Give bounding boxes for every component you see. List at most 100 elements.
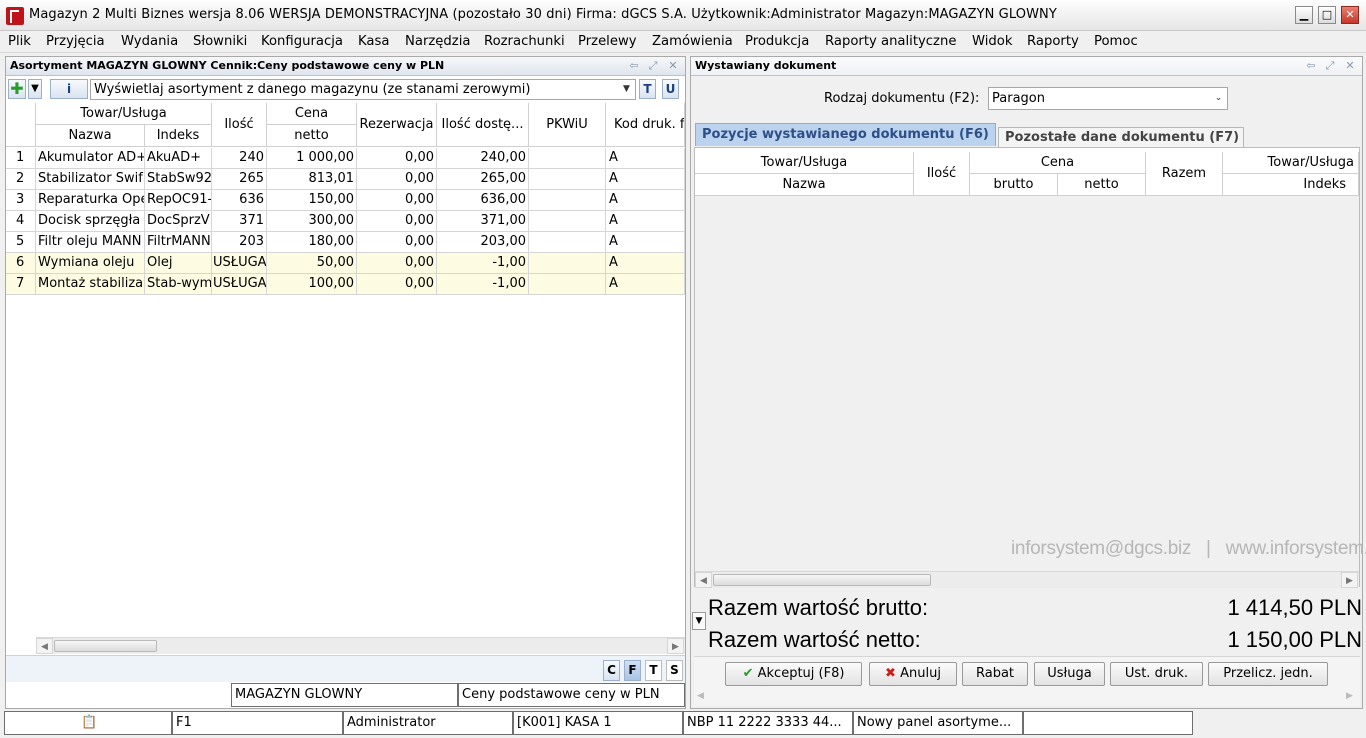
maximize-button[interactable]: □ xyxy=(1318,6,1336,24)
table-row[interactable]: 4 Docisk sprzęgła DocSprzV 371 300,00 0,00 371… xyxy=(6,211,685,232)
column-indeks[interactable]: Indeks xyxy=(1223,174,1359,196)
menu-pomoc[interactable]: Pomoc xyxy=(1094,34,1138,49)
document-hscrollbar[interactable]: ◀ ▶ xyxy=(695,571,1359,588)
close-panel-icon[interactable]: ✕ xyxy=(667,60,679,72)
menu-narzedzia[interactable]: Narzędzia xyxy=(405,34,470,49)
u-button[interactable]: U xyxy=(662,79,679,99)
menu-slowniki[interactable]: Słowniki xyxy=(193,34,247,49)
cell-ilosc-dostepna: 265,00 xyxy=(437,169,529,190)
column-brutto[interactable]: brutto xyxy=(970,174,1058,196)
column-ilosc-dostepna[interactable]: Ilość dostę... xyxy=(437,103,529,147)
chevron-down-icon[interactable]: ▼ xyxy=(28,79,42,99)
assortment-panel: Asortyment MAGAZYN GLOWNY Cennik:Ceny po… xyxy=(5,56,686,709)
menu-rozrachunki[interactable]: Rozrachunki xyxy=(484,34,565,49)
minimize-button[interactable]: ▁ xyxy=(1295,6,1313,24)
close-button[interactable]: ✕ xyxy=(1341,6,1359,24)
column-kod-druk[interactable]: Kod druk. f xyxy=(606,103,685,147)
menu-produkcja[interactable]: Produkcja xyxy=(745,34,809,49)
status-panel-info: Nowy panel asortyme... xyxy=(853,711,1023,735)
menu-raporty[interactable]: Raporty xyxy=(1027,34,1079,49)
table-row[interactable]: 6 Wymiana oleju Olej USŁUGA 50,00 0,00 -1,00 A xyxy=(6,253,685,274)
cell-nazwa: Reparaturka Ope xyxy=(36,190,145,211)
column-netto[interactable]: netto xyxy=(267,125,357,147)
print-settings-button[interactable]: Ust. druk. xyxy=(1110,662,1203,686)
table-row[interactable]: 2 Stabilizator Swif StabSw92 265 813,01 0,00 2… xyxy=(6,169,685,190)
cell-nazwa: Stabilizator Swif xyxy=(36,169,145,190)
menu-wydania[interactable]: Wydania xyxy=(121,34,178,49)
s-button[interactable]: S xyxy=(666,660,683,681)
column-rezerwacja[interactable]: Rezerwacja xyxy=(357,103,437,147)
total-brutto-value: 1 414,50 PLN xyxy=(1227,595,1362,620)
scroll-right-icon[interactable]: ▶ xyxy=(1346,691,1353,701)
cell-ilosc-dostepna: 371,00 xyxy=(437,211,529,232)
scroll-left-icon[interactable]: ◀ xyxy=(697,691,704,701)
menu-plik[interactable]: Plik xyxy=(8,34,31,49)
scroll-thumb[interactable] xyxy=(54,640,157,652)
clipboard-icon[interactable]: 📋 xyxy=(4,711,172,735)
cancel-button[interactable]: ✖ Anuluj xyxy=(869,662,957,686)
cell-pkwiu xyxy=(529,232,606,253)
recalc-units-button[interactable]: Przelicz. jedn. xyxy=(1208,662,1328,686)
tab-pozycje[interactable]: Pozycje wystawianego dokumentu (F6) xyxy=(695,123,996,146)
column-indeks[interactable]: Indeks xyxy=(145,125,212,147)
cell-ilosc-dostepna: 636,00 xyxy=(437,190,529,211)
c-button[interactable]: C xyxy=(603,660,620,681)
cell-pkwiu xyxy=(529,148,606,169)
menu-kasa[interactable]: Kasa xyxy=(358,34,389,49)
column-razem[interactable]: Razem xyxy=(1146,152,1223,196)
t-button[interactable]: T xyxy=(639,79,656,99)
chevron-down-icon[interactable]: ▼ xyxy=(692,612,706,630)
menu-konfiguracja[interactable]: Konfiguracja xyxy=(261,34,343,49)
t-filter-button[interactable]: T xyxy=(645,660,662,681)
table-row[interactable]: 7 Montaż stabiliza Stab-wym USŁUGA 100,00 0,0… xyxy=(6,274,685,295)
scroll-right-icon[interactable]: ▶ xyxy=(1341,572,1358,588)
scroll-thumb[interactable] xyxy=(713,574,931,586)
discount-button[interactable]: Rabat xyxy=(962,662,1028,686)
scroll-right-icon[interactable]: ▶ xyxy=(667,638,684,654)
doc-type-select[interactable]: Paragon ⌄ xyxy=(988,87,1228,110)
scroll-left-icon[interactable]: ◀ xyxy=(36,638,53,654)
pin-icon[interactable]: ⇦ xyxy=(1305,60,1317,72)
doc-type-label: Rodzaj dokumentu (F2): xyxy=(824,91,980,106)
cell-ilosc-dostepna: -1,00 xyxy=(437,253,529,274)
table-row[interactable]: 1 Akumulator AD+ AkuAD+ 240 1 000,00 0,00 240,… xyxy=(6,148,685,169)
cell-indeks: FiltrMANN xyxy=(145,232,212,253)
total-brutto-label: Razem wartość brutto: xyxy=(708,595,929,620)
column-ilosc[interactable]: Ilość xyxy=(914,152,970,196)
menu-przelewy[interactable]: Przelewy xyxy=(578,34,637,49)
assortment-hscrollbar[interactable]: ◀ ▶ xyxy=(36,637,685,654)
service-button[interactable]: Usługa xyxy=(1034,662,1105,686)
menu-zamowienia[interactable]: Zamówienia xyxy=(652,34,733,49)
f-button[interactable]: F xyxy=(624,660,641,681)
close-panel-icon[interactable]: ✕ xyxy=(1344,60,1356,72)
column-ilosc[interactable]: Ilość xyxy=(212,103,267,147)
scroll-left-icon[interactable]: ◀ xyxy=(695,572,712,588)
cell-netto: 50,00 xyxy=(267,253,357,274)
document-panel: Wystawiany dokument ⇦ ⤢ ✕ Rodzaj dokumen… xyxy=(690,56,1366,709)
table-row[interactable]: 3 Reparaturka Ope RepOC91- 636 150,00 0,00 636… xyxy=(6,190,685,211)
column-nazwa[interactable]: Nazwa xyxy=(695,174,914,196)
info-button[interactable]: i xyxy=(50,79,88,99)
column-netto[interactable]: netto xyxy=(1058,174,1146,196)
status-help-key: F1 xyxy=(172,711,343,735)
action-bar-scrollbar[interactable]: ◀ ▶ xyxy=(694,690,1358,704)
table-row[interactable]: 5 Filtr oleju MANN FiltrMANN 203 180,00 0,00 2… xyxy=(6,232,685,253)
column-nazwa[interactable]: Nazwa xyxy=(36,125,145,147)
menu-przyjecia[interactable]: Przyjęcia xyxy=(46,34,105,49)
menu-widok[interactable]: Widok xyxy=(972,34,1013,49)
cell-indeks: DocSprzV xyxy=(145,211,212,232)
pin-icon[interactable]: ⇦ xyxy=(628,60,640,72)
tab-pozostale-dane[interactable]: Pozostałe dane dokumentu (F7) xyxy=(998,127,1244,147)
column-pkwiu[interactable]: PKWiU xyxy=(529,103,606,147)
maximize-panel-icon[interactable]: ⤢ xyxy=(1324,60,1336,72)
maximize-panel-icon[interactable]: ⤢ xyxy=(647,60,659,72)
assortment-filter-select[interactable]: Wyświetlaj asortyment z danego magazynu … xyxy=(90,79,636,100)
add-icon[interactable]: ✚ xyxy=(8,79,26,99)
menu-raporty-analityczne[interactable]: Raporty analityczne xyxy=(825,34,956,49)
assortment-filter-value: Wyświetlaj asortyment z danego magazynu … xyxy=(94,82,531,97)
cell-rezerwacja: 0,00 xyxy=(357,232,437,253)
chevron-down-icon: ▼ xyxy=(623,84,630,94)
accept-label: Akceptuj (F8) xyxy=(757,666,845,681)
accept-button[interactable]: ✔ Akceptuj (F8) xyxy=(725,662,862,686)
cell-indeks: Olej xyxy=(145,253,212,274)
